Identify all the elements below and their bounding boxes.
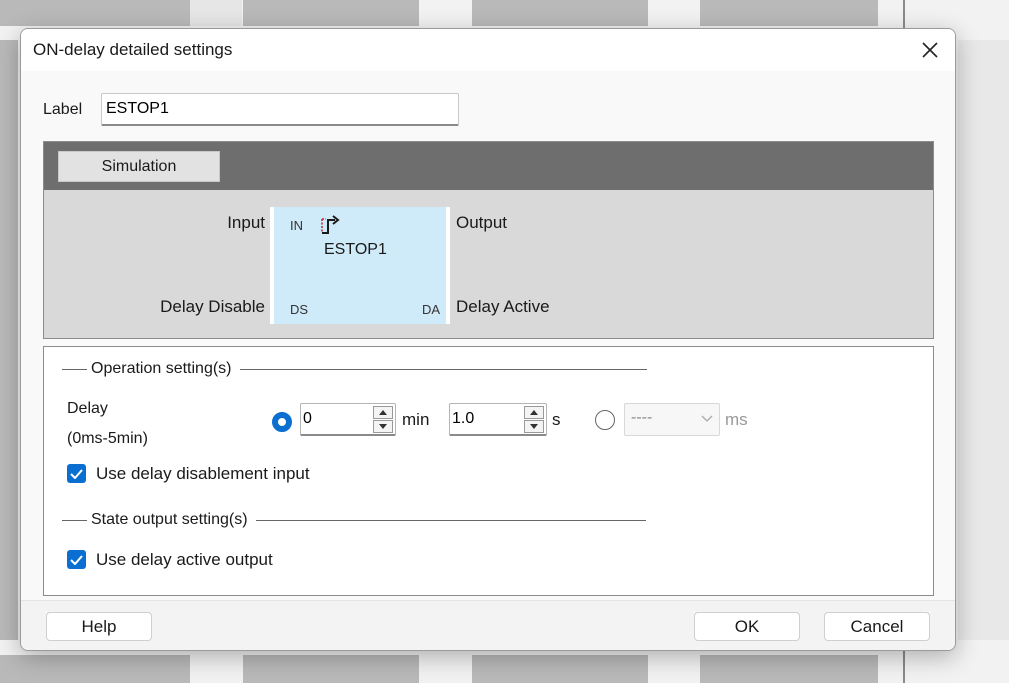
caret-up-icon	[379, 410, 387, 415]
settings-panel: Operation setting(s) Delay (0ms-5min) 0 …	[43, 346, 934, 596]
operation-heading: Operation setting(s)	[91, 360, 232, 377]
label-caption: Label	[43, 100, 83, 118]
use-delay-active-checkbox[interactable]	[67, 550, 86, 569]
port-label-output: Output	[456, 213, 508, 232]
checkmark-icon	[70, 554, 83, 565]
bg-block	[472, 0, 648, 26]
seconds-unit: s	[552, 410, 561, 429]
bg-block	[700, 655, 878, 683]
simulation-tab[interactable]: Simulation	[58, 151, 220, 182]
pin-label-ds: DS	[290, 302, 309, 317]
min-down-button[interactable]	[373, 420, 393, 433]
port-label-input: Input	[227, 213, 265, 232]
use-delay-active-label: Use delay active output	[96, 550, 273, 569]
label-input[interactable]	[101, 93, 459, 126]
use-delay-disablement-label: Use delay disablement input	[96, 464, 310, 483]
chevron-down-icon	[701, 415, 713, 422]
dialog-title: ON-delay detailed settings	[33, 40, 233, 59]
min-spinbox[interactable]	[300, 403, 396, 436]
label-row: Label	[43, 93, 459, 126]
pin-label-in: IN	[290, 218, 303, 233]
block-name: ESTOP1	[324, 241, 387, 258]
bg-block	[700, 0, 878, 26]
ms-select-value: ----	[631, 409, 653, 426]
port-label-delay-disable: Delay Disable	[160, 297, 265, 316]
caret-down-icon	[530, 424, 538, 429]
simulation-header: Simulation	[44, 142, 933, 190]
operation-section-header: Operation setting(s)	[62, 360, 647, 378]
ms-radio[interactable]	[595, 410, 615, 430]
bg-block	[0, 40, 18, 640]
use-delay-disablement-checkbox[interactable]	[67, 464, 86, 483]
bg-block	[0, 655, 190, 683]
bg-block	[958, 40, 1009, 640]
ms-select[interactable]: ----	[624, 403, 720, 436]
bg-block	[243, 0, 419, 26]
dialog-content: Label Simulation Input Delay Disable Out…	[21, 71, 955, 600]
on-delay-settings-dialog: ON-delay detailed settings Label Simulat…	[20, 28, 956, 651]
min-input[interactable]	[301, 404, 371, 433]
ms-unit: ms	[725, 410, 748, 429]
title-bar: ON-delay detailed settings	[21, 29, 955, 71]
caret-up-icon	[530, 410, 538, 415]
cancel-button[interactable]: Cancel	[824, 612, 930, 641]
min-unit: min	[402, 410, 430, 429]
ok-button[interactable]: OK	[694, 612, 800, 641]
bg-block	[243, 655, 419, 683]
dialog-footer: Help OK Cancel	[21, 600, 955, 650]
pin-label-da: DA	[421, 302, 440, 317]
bg-block	[472, 655, 648, 683]
state-output-section-header: State output setting(s)	[62, 511, 646, 529]
bg-block	[0, 0, 190, 26]
function-block[interactable]: IN DS DA ESTOP1	[270, 207, 450, 324]
state-output-heading: State output setting(s)	[91, 511, 248, 528]
help-button[interactable]: Help	[46, 612, 152, 641]
seconds-down-button[interactable]	[524, 420, 544, 433]
delay-label-group: Delay (0ms-5min)	[67, 394, 148, 454]
port-label-delay-active: Delay Active	[456, 297, 550, 316]
close-button[interactable]	[913, 34, 947, 66]
seconds-input[interactable]	[450, 404, 522, 433]
bg-block	[190, 0, 242, 26]
checkmark-icon	[70, 468, 83, 479]
delay-label: Delay	[67, 400, 108, 417]
min-s-radio[interactable]	[272, 412, 292, 432]
delay-range: (0ms-5min)	[67, 430, 148, 447]
caret-down-icon	[379, 424, 387, 429]
seconds-spinbox[interactable]	[449, 403, 547, 436]
close-icon	[922, 42, 938, 58]
simulation-panel: Simulation Input Delay Disable Output De…	[43, 141, 934, 339]
on-delay-icon	[320, 215, 344, 240]
seconds-up-button[interactable]	[524, 406, 544, 419]
min-up-button[interactable]	[373, 406, 393, 419]
